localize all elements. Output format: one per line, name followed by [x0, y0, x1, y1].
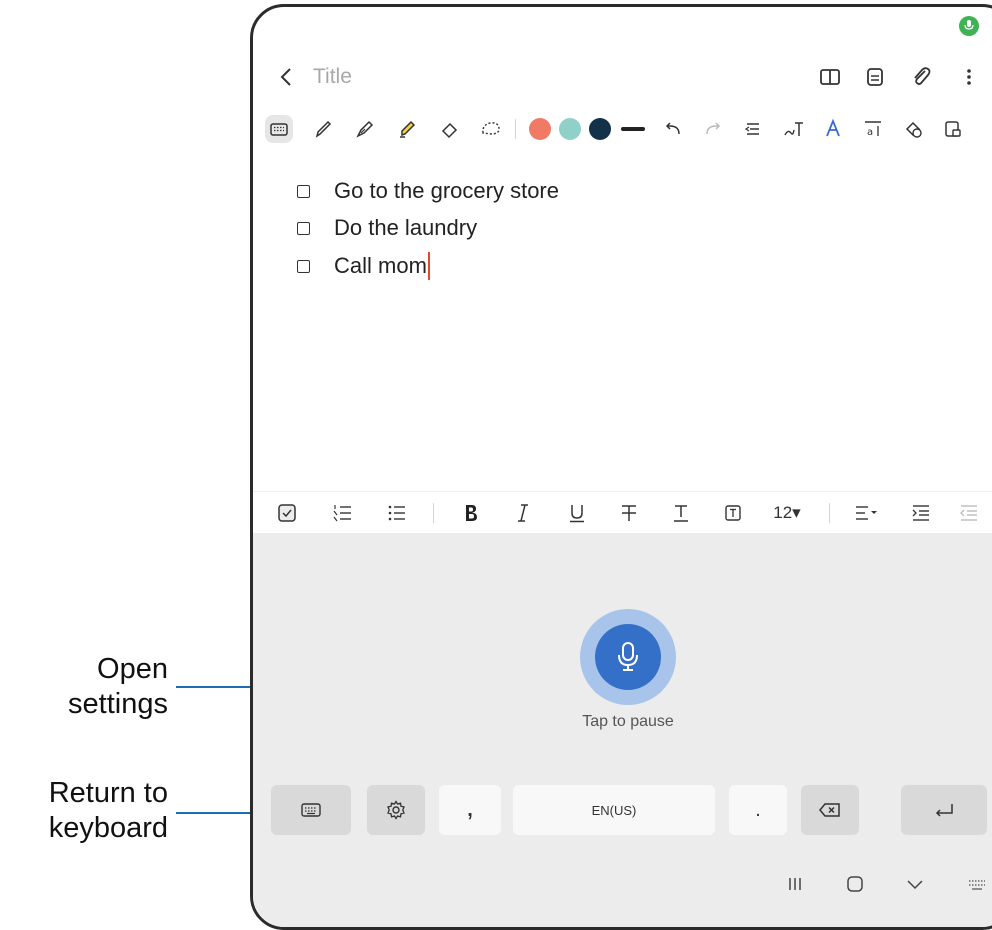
enter-icon [935, 804, 953, 817]
checklist-item[interactable]: Do the laundry [297, 211, 477, 245]
note-title-bar: Title [253, 55, 992, 99]
shapes-icon[interactable] [899, 115, 927, 143]
notes-app-screen: Title a Go to the grocery store Do the l… [253, 7, 992, 927]
italic-icon[interactable] [509, 499, 537, 527]
checklist-icon[interactable] [273, 499, 301, 527]
highlighter-icon[interactable] [393, 115, 421, 143]
text-cursor [427, 252, 430, 280]
numbered-list-icon[interactable] [329, 499, 357, 527]
open-settings-button[interactable] [367, 785, 425, 835]
mic-pause-button[interactable] [595, 624, 661, 690]
alignment-icon[interactable] [851, 499, 881, 527]
gear-icon [387, 800, 405, 820]
outdent-icon[interactable] [955, 499, 983, 527]
redo-icon[interactable] [699, 115, 727, 143]
lock-icon[interactable] [939, 115, 967, 143]
voice-input-panel: Tap to pause , EN(US) . [253, 533, 992, 927]
text-align-icon[interactable] [739, 115, 767, 143]
color-coral-swatch[interactable] [529, 118, 551, 140]
checklist-item-text: Do the laundry [334, 215, 478, 240]
handwriting-to-text-icon[interactable] [779, 115, 807, 143]
font-size-select[interactable]: 12▾ [767, 499, 807, 527]
period-key[interactable]: . [729, 785, 787, 835]
checkbox[interactable] [297, 184, 310, 198]
backspace-icon [819, 803, 840, 817]
checkbox[interactable] [297, 259, 310, 273]
backspace-key[interactable] [801, 785, 859, 835]
styles-icon[interactable] [819, 115, 847, 143]
attach-icon[interactable] [907, 63, 935, 91]
indent-icon[interactable] [907, 499, 935, 527]
eraser-icon[interactable] [435, 115, 463, 143]
color-navy-swatch[interactable] [589, 118, 611, 140]
microphone-icon [618, 642, 638, 671]
title-input[interactable]: Title [313, 65, 352, 89]
undo-icon[interactable] [659, 115, 687, 143]
book-view-icon[interactable] [816, 63, 844, 91]
checklist-item[interactable]: Go to the grocery store [297, 174, 559, 208]
checklist-item-text: Call mom [334, 253, 427, 278]
hide-keyboard-icon[interactable] [903, 872, 927, 896]
return-to-keyboard-button[interactable] [271, 785, 351, 835]
checklist-item-text: Go to the grocery store [334, 178, 559, 203]
stroke-thickness-icon[interactable] [619, 115, 647, 143]
text-size-icon[interactable]: a [859, 115, 887, 143]
back-arrow-icon[interactable] [275, 63, 299, 91]
text-color-icon[interactable] [667, 499, 695, 527]
lasso-select-icon[interactable] [477, 115, 505, 143]
fountain-pen-icon[interactable] [351, 115, 379, 143]
pen-icon[interactable] [309, 115, 337, 143]
tablet-device: Title a Go to the grocery store Do the l… [250, 4, 992, 930]
recent-apps-icon[interactable] [783, 872, 807, 896]
enter-key[interactable] [901, 785, 987, 835]
bold-icon[interactable] [457, 499, 485, 527]
keyboard-switch-icon[interactable] [965, 872, 989, 896]
text-background-icon[interactable] [719, 499, 747, 527]
keyboard-icon [301, 803, 321, 817]
home-icon[interactable] [843, 872, 867, 896]
svg-text:a: a [867, 127, 873, 138]
page-view-icon[interactable] [861, 63, 889, 91]
format-divider [829, 503, 830, 523]
navigation-bar [253, 866, 992, 902]
more-options-icon[interactable] [955, 63, 983, 91]
voice-status-label: Tap to pause [582, 713, 674, 730]
keyboard-mode-icon[interactable] [265, 115, 293, 143]
underline-icon[interactable] [563, 499, 591, 527]
comma-key[interactable]: , [439, 785, 501, 835]
pen-toolbar: a [253, 109, 992, 149]
checklist-item[interactable]: Call mom [297, 249, 430, 283]
strikethrough-icon[interactable] [615, 499, 643, 527]
format-divider [433, 503, 434, 523]
color-mint-swatch[interactable] [559, 118, 581, 140]
text-format-bar: 12▾ [253, 491, 992, 534]
callout-return-keyboard: Return to keyboard [48, 777, 168, 844]
space-key[interactable]: EN(US) [513, 785, 715, 835]
callout-open-settings: Open settings [68, 653, 168, 720]
checkbox[interactable] [297, 221, 310, 235]
mic-recording-indicator-icon [959, 16, 979, 36]
note-body[interactable]: Go to the grocery store Do the laundry C… [253, 157, 992, 487]
toolbar-divider [515, 119, 516, 139]
bullet-list-icon[interactable] [383, 499, 411, 527]
